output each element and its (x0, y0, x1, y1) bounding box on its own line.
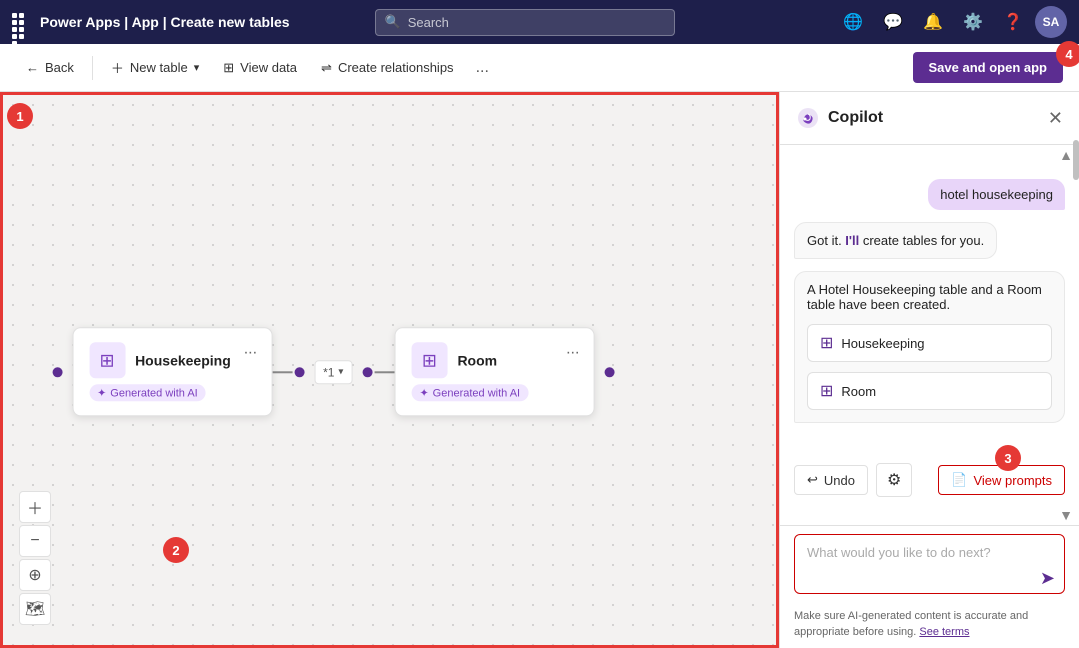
room-card-menu-button[interactable]: ... (562, 338, 583, 360)
bell-icon-btn[interactable]: 🔔 (915, 4, 951, 40)
middle-dot-left (294, 367, 304, 377)
room-chip[interactable]: ⊞ Room (807, 372, 1052, 410)
help-icon-btn[interactable]: ❓ (995, 4, 1031, 40)
copilot-messages: hotel housekeeping Got it. I'll create t… (780, 165, 1079, 459)
middle-dot-right (362, 367, 372, 377)
back-arrow-icon: ← (26, 60, 39, 75)
see-terms-link[interactable]: See terms (919, 626, 969, 638)
copilot-input-area: ➤ (780, 525, 1079, 605)
conn-line-right (374, 371, 394, 373)
housekeeping-table-card[interactable]: ⊞ Housekeeping ✦ Generated with AI ... (72, 327, 272, 416)
toolbar: ← Back ＋ New table ▾ ⊞ View data ⇌ Creat… (0, 44, 1079, 92)
send-button[interactable]: ➤ (1040, 568, 1055, 589)
chevron-icon: ▾ (338, 366, 343, 377)
chip-table-icon-1: ⊞ (820, 333, 833, 353)
zoom-out-button[interactable]: − (19, 525, 51, 557)
copilot-actions-wrap: ↩ Undo ⚙ 📄 View prompts 3 (780, 459, 1079, 505)
right-connector-dot (604, 367, 614, 377)
scroll-top-area: ▲ (780, 145, 1079, 165)
copilot-close-button[interactable]: ✕ (1048, 108, 1063, 129)
main-area: 1 ⊞ Housekeeping ✦ Generated with AI ... (0, 92, 1079, 648)
room-table-card[interactable]: ⊞ Room ✦ Generated with AI ... (394, 327, 594, 416)
new-table-button[interactable]: ＋ New table ▾ (101, 52, 209, 83)
table-icon: ⊞ (223, 60, 234, 76)
table-cards-container: ⊞ Housekeeping ✦ Generated with AI ... *… (52, 327, 614, 416)
undo-button[interactable]: ↩ Undo (794, 465, 868, 495)
card-menu-button[interactable]: ... (240, 338, 261, 360)
copilot-title: Copilot (828, 109, 1040, 127)
step1-badge: 1 (7, 103, 33, 129)
bot-message-1: Got it. I'll create tables for you. (794, 222, 997, 259)
undo-icon: ↩ (807, 472, 818, 488)
copilot-actions: ↩ Undo ⚙ 📄 View prompts (780, 459, 1079, 505)
copilot-disclaimer: Make sure AI-generated content is accura… (780, 605, 1079, 648)
generated-badge-room: ✦ Generated with AI (411, 384, 528, 401)
chat-icon-btn[interactable]: 💬 (875, 4, 911, 40)
card-header: ⊞ Housekeeping (89, 342, 255, 378)
prompts-icon: 📄 (951, 472, 967, 488)
connector: *1 ▾ (272, 360, 394, 384)
card-title: Housekeeping (135, 352, 231, 368)
canvas-controls: ＋ − ⊕ 🗺 (19, 491, 51, 625)
copilot-input[interactable] (794, 534, 1065, 594)
globe-icon-btn[interactable]: 🌐 (835, 4, 871, 40)
ai-icon: ✦ (97, 386, 106, 399)
relationship-chip[interactable]: *1 ▾ (314, 360, 352, 384)
fit-button[interactable]: ⊕ (19, 559, 51, 591)
table-chips: ⊞ Housekeeping ⊞ Room (807, 322, 1052, 412)
copilot-logo-icon (796, 106, 820, 130)
map-button[interactable]: 🗺 (19, 593, 51, 625)
zoom-in-button[interactable]: ＋ (19, 491, 51, 523)
plus-icon: ＋ (111, 58, 124, 77)
grid-icon[interactable] (12, 13, 30, 31)
left-connector-dot (52, 367, 62, 377)
bot-message-2: A Hotel Housekeeping table and a Room ta… (794, 271, 1065, 423)
chip-table-icon-2: ⊞ (820, 381, 833, 401)
search-wrap: 🔍 (375, 9, 675, 36)
scroll-up-button[interactable]: ▲ (1059, 147, 1073, 163)
chevron-down-icon: ▾ (194, 61, 200, 74)
topbar: Power Apps | App | Create new tables 🔍 🌐… (0, 0, 1079, 44)
copilot-header: Copilot ✕ (780, 92, 1079, 145)
save-open-app-button[interactable]: Save and open app (913, 52, 1063, 83)
generated-badge: ✦ Generated with AI (89, 384, 206, 401)
conn-line-left (272, 371, 292, 373)
search-icon: 🔍 (385, 14, 401, 30)
more-button[interactable]: ... (468, 53, 497, 83)
search-input[interactable] (375, 9, 675, 36)
copilot-scrollbar (1073, 136, 1079, 648)
scroll-bottom-area: ▼ (780, 505, 1079, 525)
create-relationships-button[interactable]: ⇌ Create relationships (311, 54, 464, 82)
scroll-down-button[interactable]: ▼ (1059, 507, 1073, 523)
connector-label: *1 (323, 365, 334, 379)
copilot-panel: Copilot ✕ ▲ hotel housekeeping Got it. I… (779, 92, 1079, 648)
step4-badge: 4 (1056, 41, 1079, 67)
user-message: hotel housekeeping (928, 179, 1065, 210)
table-grid-icon: ⊞ (89, 342, 125, 378)
card-header-room: ⊞ Room (411, 342, 577, 378)
avatar[interactable]: SA (1035, 6, 1067, 38)
relationship-icon: ⇌ (321, 60, 332, 76)
scrollbar-thumb[interactable] (1073, 140, 1079, 180)
gear-icon-btn[interactable]: ⚙️ (955, 4, 991, 40)
copilot-input-wrap: ➤ (794, 534, 1065, 599)
canvas[interactable]: 1 ⊞ Housekeeping ✦ Generated with AI ... (0, 92, 779, 648)
step2-canvas-badge: 2 (163, 537, 189, 563)
toolbar-divider-1 (92, 56, 93, 80)
table-grid-icon-room: ⊞ (411, 342, 447, 378)
housekeeping-chip[interactable]: ⊞ Housekeeping (807, 324, 1052, 362)
view-data-button[interactable]: ⊞ View data (213, 54, 307, 82)
app-title: Power Apps | App | Create new tables (40, 14, 290, 30)
topbar-icons: 🌐 💬 🔔 ⚙️ ❓ SA (835, 4, 1067, 40)
ai-icon-room: ✦ (419, 386, 428, 399)
back-button[interactable]: ← Back (16, 54, 84, 81)
adjust-button[interactable]: ⚙ (876, 463, 912, 497)
card-title-room: Room (457, 352, 497, 368)
